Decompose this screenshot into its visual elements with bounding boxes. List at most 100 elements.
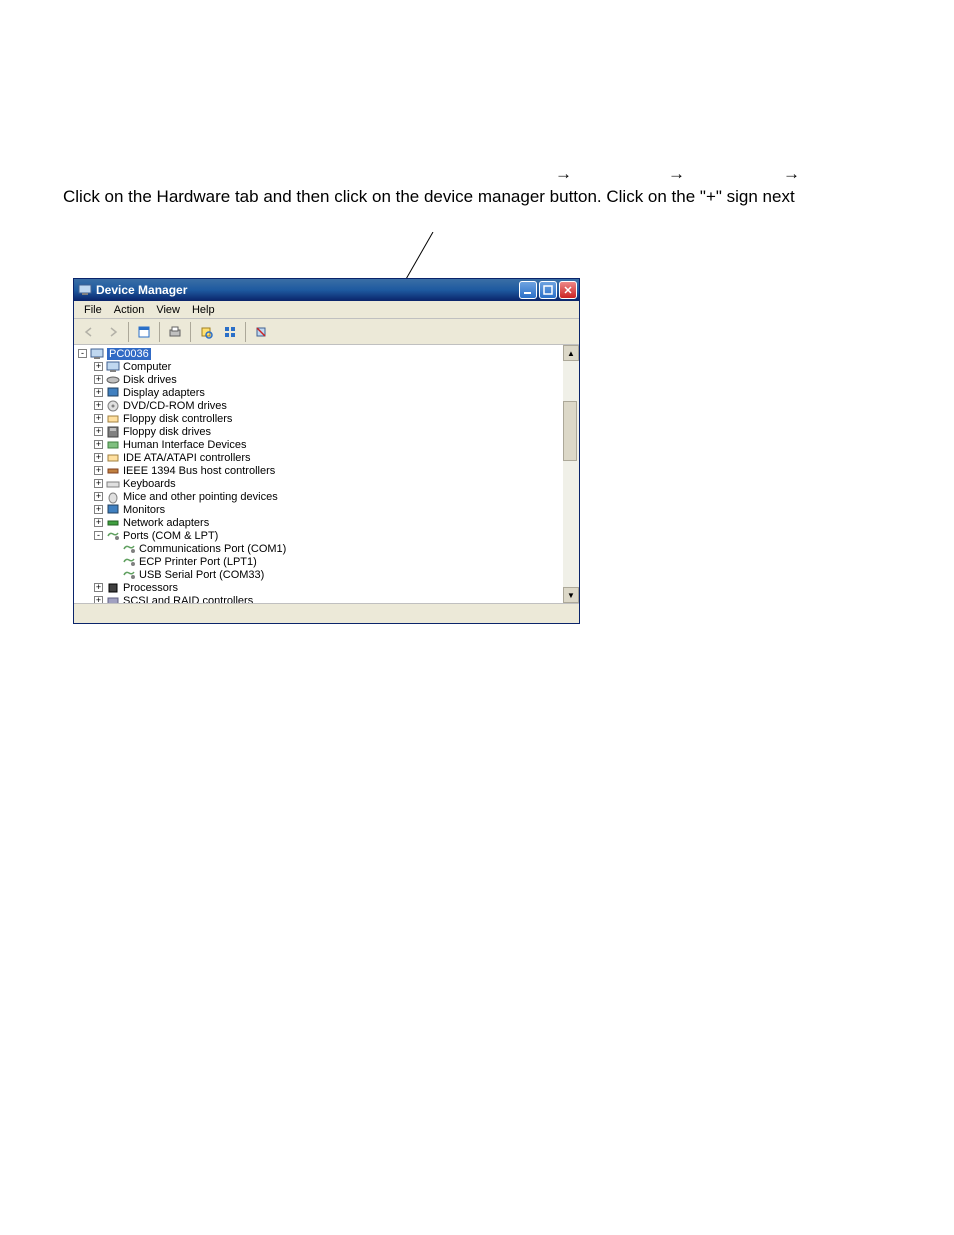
menu-view[interactable]: View xyxy=(150,304,186,316)
controller-icon xyxy=(106,412,120,426)
menu-file[interactable]: File xyxy=(78,304,108,316)
tree-item-label: DVD/CD-ROM drives xyxy=(123,400,227,412)
scroll-thumb[interactable] xyxy=(563,401,577,461)
expand-icon[interactable]: + xyxy=(94,505,103,514)
properties-button[interactable] xyxy=(133,321,155,343)
expand-icon[interactable]: + xyxy=(94,453,103,462)
expand-icon[interactable]: + xyxy=(94,479,103,488)
tree-item-label: Keyboards xyxy=(123,478,176,490)
floppy-icon xyxy=(106,425,120,439)
tree-item[interactable]: +IDE ATA/ATAPI controllers xyxy=(78,451,579,464)
arrow-icon: → xyxy=(783,162,800,186)
window-title: Device Manager xyxy=(96,283,519,297)
port-icon xyxy=(122,568,136,582)
computer-icon xyxy=(106,360,120,374)
scroll-track[interactable] xyxy=(563,361,579,587)
tree-item-label: IEEE 1394 Bus host controllers xyxy=(123,465,275,477)
tree-child-item[interactable]: ECP Printer Port (LPT1) xyxy=(78,555,579,568)
expand-icon[interactable]: + xyxy=(94,401,103,410)
vertical-scrollbar[interactable]: ▲ ▼ xyxy=(563,345,579,603)
tree-child-item[interactable]: Communications Port (COM1) xyxy=(78,542,579,555)
app-icon xyxy=(78,283,92,297)
expand-icon[interactable]: + xyxy=(94,440,103,449)
maximize-button[interactable] xyxy=(539,281,557,299)
tree-item[interactable]: + Mice and other pointing devices xyxy=(78,490,579,503)
collapse-icon[interactable]: - xyxy=(94,531,103,540)
document-text: Click on the Hardware tab and then click… xyxy=(63,185,893,209)
tree-item-label: USB Serial Port (COM33) xyxy=(139,569,264,581)
tree-item-label: PC0036 xyxy=(107,348,151,360)
scan-hardware-button[interactable] xyxy=(195,321,217,343)
port-icon xyxy=(122,542,136,556)
menu-action[interactable]: Action xyxy=(108,304,151,316)
back-button xyxy=(78,321,100,343)
view-button[interactable] xyxy=(219,321,241,343)
toolbar xyxy=(74,319,579,345)
uninstall-button[interactable] xyxy=(250,321,272,343)
network-icon xyxy=(106,516,120,530)
tree-item[interactable]: +Display adapters xyxy=(78,386,579,399)
scsi-icon xyxy=(106,594,120,604)
scroll-up-button[interactable]: ▲ xyxy=(563,345,579,361)
device-manager-window: Device Manager File Action View Help - PC… xyxy=(73,278,580,624)
titlebar[interactable]: Device Manager xyxy=(74,279,579,301)
expand-icon[interactable]: + xyxy=(94,518,103,527)
tree-root[interactable]: - PC0036 xyxy=(78,347,579,360)
tree-item-label: Processors xyxy=(123,582,178,594)
expand-icon[interactable]: + xyxy=(94,388,103,397)
hid-icon xyxy=(106,438,120,452)
tree-item[interactable]: + Computer xyxy=(78,360,579,373)
tree-item[interactable]: + Network adapters xyxy=(78,516,579,529)
tree-item[interactable]: + DVD/CD-ROM drives xyxy=(78,399,579,412)
tree-item-label: SCSI and RAID controllers xyxy=(123,595,253,604)
scroll-down-button[interactable]: ▼ xyxy=(563,587,579,603)
expand-icon[interactable]: + xyxy=(94,414,103,423)
port-icon xyxy=(122,555,136,569)
collapse-icon[interactable]: - xyxy=(78,349,87,358)
tree-item-label: Communications Port (COM1) xyxy=(139,543,286,555)
expand-icon[interactable]: + xyxy=(94,596,103,603)
tree-item[interactable]: + Human Interface Devices xyxy=(78,438,579,451)
tree-item-label: Disk drives xyxy=(123,374,177,386)
tree-item-label: Ports (COM & LPT) xyxy=(123,530,218,542)
cpu-icon xyxy=(106,581,120,595)
tree-item[interactable]: + Keyboards xyxy=(78,477,579,490)
tree-item-label: Computer xyxy=(123,361,171,373)
tree-item[interactable]: + Floppy disk controllers xyxy=(78,412,579,425)
forward-button xyxy=(102,321,124,343)
cdrom-icon xyxy=(106,399,120,413)
keyboard-icon xyxy=(106,477,120,491)
tree-item[interactable]: + Processors xyxy=(78,581,579,594)
minimize-button[interactable] xyxy=(519,281,537,299)
arrow-icon: → xyxy=(668,162,685,186)
tree-item[interactable]: + Disk drives xyxy=(78,373,579,386)
close-button[interactable] xyxy=(559,281,577,299)
monitor-icon xyxy=(106,503,120,517)
tree-item[interactable]: + IEEE 1394 Bus host controllers xyxy=(78,464,579,477)
tree-item-label: Floppy disk controllers xyxy=(123,413,232,425)
tree-item[interactable]: - Ports (COM & LPT) xyxy=(78,529,579,542)
display-icon xyxy=(106,386,120,400)
tree-item[interactable]: +Floppy disk drives xyxy=(78,425,579,438)
menu-help[interactable]: Help xyxy=(186,304,221,316)
tree-item-label: Mice and other pointing devices xyxy=(123,491,278,503)
disk-icon xyxy=(106,373,120,387)
device-tree[interactable]: - PC0036 + Computer + Disk drives+Display ada… xyxy=(74,345,579,603)
tree-item-label: Monitors xyxy=(123,504,165,516)
port-icon xyxy=(106,529,120,543)
expand-icon[interactable]: + xyxy=(94,492,103,501)
expand-icon[interactable]: + xyxy=(94,427,103,436)
tree-item-label: Network adapters xyxy=(123,517,209,529)
tree-item[interactable]: + Monitors xyxy=(78,503,579,516)
tree-item[interactable]: + SCSI and RAID controllers xyxy=(78,594,579,603)
expand-icon[interactable]: + xyxy=(94,362,103,371)
tree-child-item[interactable]: USB Serial Port (COM33) xyxy=(78,568,579,581)
expand-icon[interactable]: + xyxy=(94,466,103,475)
expand-icon[interactable]: + xyxy=(94,583,103,592)
arrow-icon: → xyxy=(555,162,572,186)
tree-item-label: Human Interface Devices xyxy=(123,439,247,451)
menubar: File Action View Help xyxy=(74,301,579,319)
mouse-icon xyxy=(106,490,120,504)
expand-icon[interactable]: + xyxy=(94,375,103,384)
print-button[interactable] xyxy=(164,321,186,343)
